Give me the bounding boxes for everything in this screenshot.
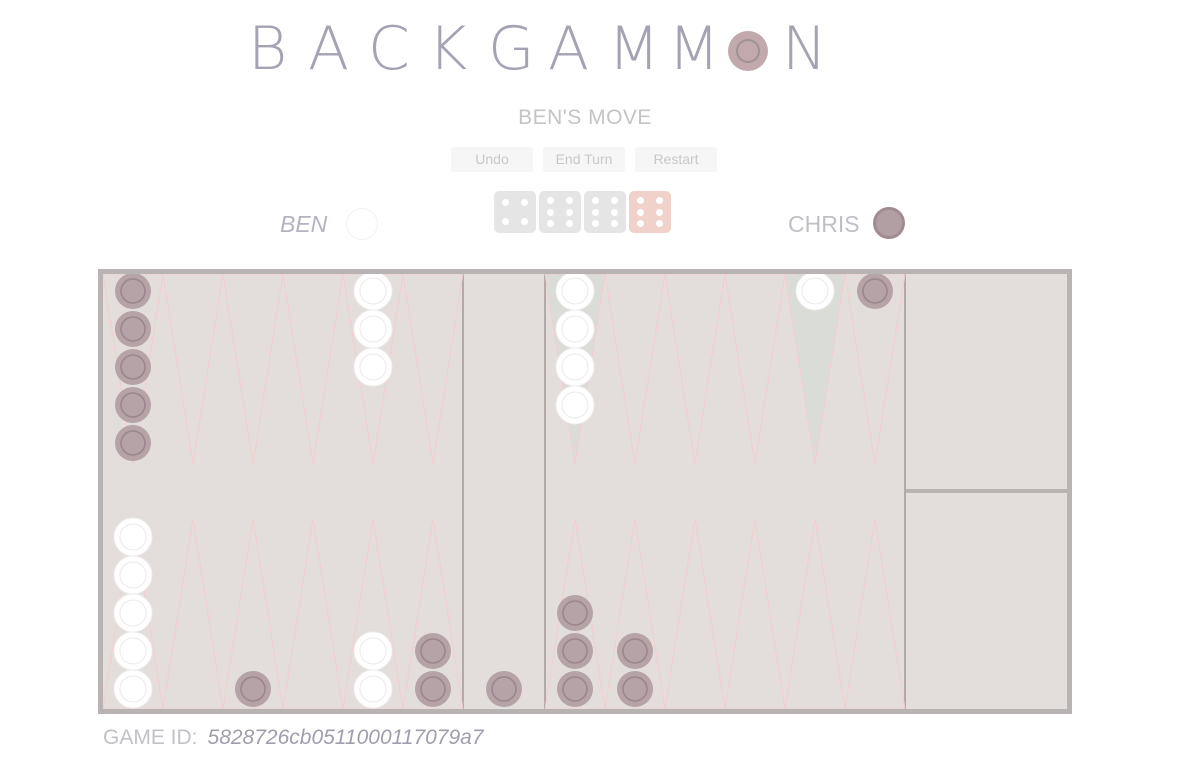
title-letter: A <box>548 14 590 84</box>
die-pip <box>636 208 644 216</box>
game-title: BACKGAMM N <box>248 14 908 84</box>
die[interactable] <box>629 191 671 233</box>
title-letter: A <box>308 14 350 84</box>
title-letter: G <box>488 14 535 84</box>
die-pip <box>501 218 509 226</box>
game-id: GAME ID: 5828726cb0511000117079a7 <box>103 726 484 750</box>
die-pip <box>591 220 599 228</box>
board-point[interactable] <box>664 518 726 709</box>
die-pip <box>591 196 599 204</box>
player-chris-checker-icon <box>873 207 905 239</box>
player-ben-name: BEN <box>280 211 328 237</box>
die[interactable] <box>494 191 536 233</box>
board-point[interactable] <box>844 518 906 709</box>
die-pip <box>521 218 529 226</box>
die-pip <box>656 196 664 204</box>
die[interactable] <box>584 191 626 233</box>
die-pip <box>656 208 664 216</box>
die-pip <box>611 196 619 204</box>
player-ben-checker-icon <box>346 208 378 240</box>
board-point[interactable] <box>162 274 224 465</box>
title-letter: B <box>248 14 288 84</box>
turn-status: BEN'S MOVE <box>518 106 652 129</box>
board-point[interactable] <box>222 274 284 465</box>
die-pip <box>521 198 529 206</box>
game-id-label: GAME ID: <box>103 726 198 749</box>
title-letters-end: N <box>782 14 842 84</box>
title-letter: M <box>668 14 720 84</box>
game-id-value: 5828726cb0511000117079a7 <box>207 726 484 749</box>
dice-tray[interactable] <box>494 191 671 233</box>
game-board[interactable] <box>98 269 1072 714</box>
title-letter: K <box>428 14 468 84</box>
board-point[interactable] <box>162 518 224 709</box>
die-pip <box>636 196 644 204</box>
die-pip <box>656 220 664 228</box>
undo-button[interactable]: Undo <box>451 147 533 172</box>
board-point[interactable] <box>724 518 786 709</box>
die-pip <box>611 220 619 228</box>
board-point[interactable] <box>282 518 344 709</box>
board-point[interactable] <box>402 274 464 465</box>
board-point[interactable] <box>604 274 666 465</box>
bear-off-divider <box>906 489 1067 493</box>
die-pip <box>546 220 554 228</box>
board-point[interactable] <box>784 518 846 709</box>
die-pip <box>501 198 509 206</box>
title-letter: N <box>782 14 827 84</box>
die-pip <box>566 196 574 204</box>
die-pip <box>566 208 574 216</box>
restart-button[interactable]: Restart <box>635 147 717 172</box>
die[interactable] <box>539 191 581 233</box>
player-chris-name: CHRIS <box>788 211 860 237</box>
title-checker-icon <box>728 31 768 71</box>
die-pip <box>636 220 644 228</box>
die-pip <box>566 220 574 228</box>
action-buttons: Undo End Turn Restart <box>451 147 717 172</box>
die-pip <box>546 208 554 216</box>
end-turn-button[interactable]: End Turn <box>543 147 625 172</box>
die-pip <box>611 208 619 216</box>
die-pip <box>546 196 554 204</box>
board-point[interactable] <box>664 274 726 465</box>
board-point[interactable] <box>724 274 786 465</box>
die-pip <box>591 208 599 216</box>
title-letter: C <box>368 14 410 84</box>
board-canvas[interactable] <box>103 274 1067 709</box>
title-letters: BACKGAMM <box>248 14 728 84</box>
board-point[interactable] <box>282 274 344 465</box>
title-letter: M <box>608 14 660 84</box>
